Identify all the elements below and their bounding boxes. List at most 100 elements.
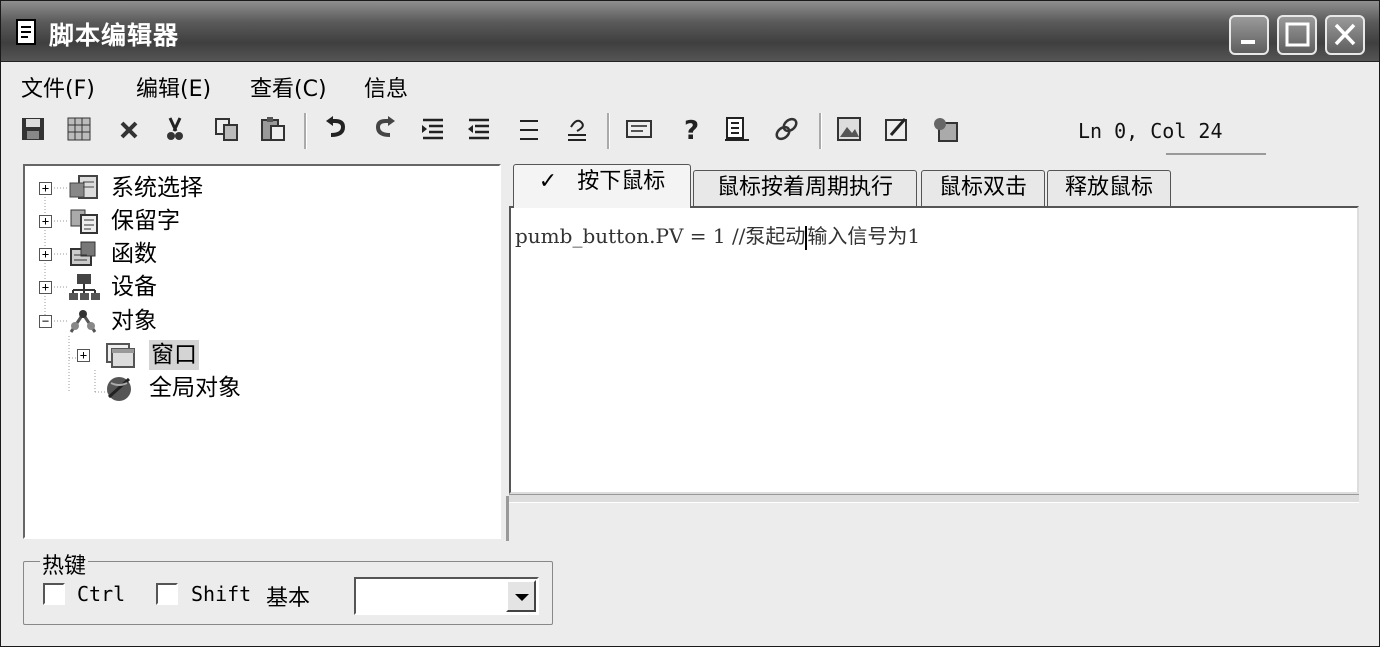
copy-icon bbox=[215, 118, 238, 141]
image-icon bbox=[837, 117, 861, 141]
basic-key-select[interactable] bbox=[354, 577, 539, 615]
redo-icon bbox=[375, 116, 395, 137]
ctrl-label: Ctrl bbox=[77, 582, 126, 606]
tree-view[interactable]: + 系统选择 + 保留字 + 函数 + 设备 − 对象 + 窗口 全局对象 bbox=[23, 164, 501, 539]
system-select-icon bbox=[69, 175, 98, 199]
indent-button[interactable] bbox=[419, 115, 447, 143]
cursor-position: Ln 0, Col 24 bbox=[1078, 119, 1223, 143]
cut-button[interactable] bbox=[161, 115, 189, 143]
toolbar-separator bbox=[607, 113, 610, 149]
copy-button[interactable] bbox=[213, 115, 241, 143]
comment-button[interactable] bbox=[515, 115, 543, 143]
dropdown-arrow-icon[interactable] bbox=[506, 580, 536, 612]
expand-icon[interactable]: + bbox=[39, 182, 52, 195]
book-icon bbox=[725, 117, 749, 141]
toolbar-separator bbox=[304, 113, 307, 149]
tree-item-label: 保留字 bbox=[111, 208, 180, 234]
help-icon: ? bbox=[684, 116, 699, 146]
shift-label: Shift bbox=[191, 582, 252, 606]
undo-button[interactable] bbox=[323, 115, 351, 143]
close-button[interactable] bbox=[1325, 15, 1365, 55]
tab-label: 释放鼠标 bbox=[1064, 175, 1153, 200]
paste-button[interactable] bbox=[259, 115, 287, 143]
minimize-icon bbox=[1241, 40, 1255, 44]
comment-icon bbox=[520, 120, 538, 140]
script-editor-window: 脚本编辑器 文件(F) 编辑(E) 查看(C) 信息 ? Ln 0, Col 2… bbox=[0, 0, 1380, 647]
cut-icon bbox=[167, 117, 183, 140]
grid-button[interactable] bbox=[65, 115, 93, 143]
tab-mouse-hold-periodic[interactable]: 鼠标按着周期执行 bbox=[693, 170, 917, 206]
link-icon bbox=[775, 117, 798, 141]
grid-icon bbox=[67, 117, 91, 141]
code-text-after-caret: 输入信号为1 bbox=[807, 224, 921, 248]
maximize-icon bbox=[1285, 22, 1310, 47]
tab-mouse-release[interactable]: 释放鼠标 bbox=[1047, 170, 1171, 206]
label-icon bbox=[626, 120, 652, 138]
menu-bar: 文件(F) 编辑(E) 查看(C) 信息 bbox=[1, 63, 1379, 103]
tab-mouse-down[interactable]: ✓ 按下鼠标 bbox=[513, 164, 691, 208]
code-line[interactable]: pumb_button.PV = 1 //泵起动 输入信号为1 bbox=[515, 220, 920, 250]
tab-label: 鼠标按着周期执行 bbox=[716, 175, 893, 200]
uncomment-icon bbox=[568, 119, 586, 141]
edit-button[interactable] bbox=[883, 115, 911, 143]
link-button[interactable] bbox=[773, 115, 801, 143]
functions-icon bbox=[70, 241, 96, 266]
uncomment-button[interactable] bbox=[563, 115, 591, 143]
objects-icon bbox=[69, 310, 97, 333]
save-button[interactable] bbox=[19, 115, 47, 143]
minimize-button[interactable] bbox=[1229, 15, 1269, 55]
tree-item-label: 系统选择 bbox=[111, 175, 203, 201]
code-editor[interactable]: pumb_button.PV = 1 //泵起动 输入信号为1 bbox=[509, 206, 1359, 494]
title-bar[interactable]: 脚本编辑器 bbox=[1, 1, 1379, 62]
tab-mouse-double-click[interactable]: 鼠标双击 bbox=[921, 170, 1045, 206]
window-title: 脚本编辑器 bbox=[49, 21, 180, 50]
svg-text:?: ? bbox=[684, 116, 699, 143]
label-button[interactable] bbox=[625, 115, 653, 143]
basic-key-label: 基本 bbox=[266, 586, 311, 611]
properties-button[interactable] bbox=[931, 115, 959, 143]
close-icon bbox=[1334, 23, 1356, 46]
event-tabs: ✓ 按下鼠标 鼠标按着周期执行 鼠标双击 释放鼠标 bbox=[511, 164, 1371, 208]
hotkey-legend: 热键 bbox=[40, 548, 89, 580]
reserved-words-icon bbox=[70, 209, 98, 234]
redo-button[interactable] bbox=[370, 115, 398, 143]
book-button[interactable] bbox=[723, 115, 751, 143]
shift-checkbox[interactable] bbox=[156, 583, 178, 605]
undo-icon bbox=[326, 116, 346, 137]
outdent-icon bbox=[468, 118, 489, 140]
menu-file[interactable]: 文件(F) bbox=[21, 71, 95, 103]
help-button[interactable]: ? bbox=[677, 115, 705, 146]
tree-item-label: 函数 bbox=[111, 241, 157, 267]
tab-label: 鼠标双击 bbox=[938, 175, 1027, 200]
save-icon bbox=[22, 118, 44, 140]
toolbar: ? Ln 0, Col 24 bbox=[1, 105, 1379, 157]
pane-splitter[interactable] bbox=[506, 496, 509, 541]
ctrl-checkbox[interactable] bbox=[43, 583, 65, 605]
code-text-before-caret: pumb_button.PV = 1 //泵起动 bbox=[515, 224, 806, 248]
menu-info[interactable]: 信息 bbox=[364, 71, 408, 103]
status-divider bbox=[1166, 153, 1266, 155]
indent-icon bbox=[422, 118, 443, 140]
tree-item-label: 全局对象 bbox=[149, 375, 241, 401]
check-icon: ✓ bbox=[538, 169, 558, 194]
script-document-icon bbox=[16, 19, 36, 45]
collapse-icon[interactable]: − bbox=[39, 315, 52, 328]
expand-icon[interactable]: + bbox=[39, 281, 52, 294]
devices-icon bbox=[69, 274, 100, 300]
menu-view[interactable]: 查看(C) bbox=[250, 71, 327, 103]
hotkey-group: 热键 Ctrl Shift 基本 bbox=[23, 548, 553, 625]
expand-icon[interactable]: + bbox=[39, 248, 52, 261]
expand-icon[interactable]: + bbox=[77, 349, 90, 362]
properties-icon bbox=[934, 118, 958, 142]
outdent-button[interactable] bbox=[465, 115, 493, 143]
window-icon bbox=[106, 343, 135, 368]
delete-button[interactable] bbox=[115, 115, 143, 143]
tab-label: 按下鼠标 bbox=[577, 169, 666, 194]
menu-edit[interactable]: 编辑(E) bbox=[136, 71, 211, 103]
toolbar-separator bbox=[819, 113, 822, 149]
expand-icon[interactable]: + bbox=[39, 215, 52, 228]
paste-icon bbox=[261, 117, 285, 141]
image-button[interactable] bbox=[835, 115, 863, 143]
tree-item-label: 对象 bbox=[111, 308, 157, 334]
maximize-button[interactable] bbox=[1277, 15, 1317, 55]
